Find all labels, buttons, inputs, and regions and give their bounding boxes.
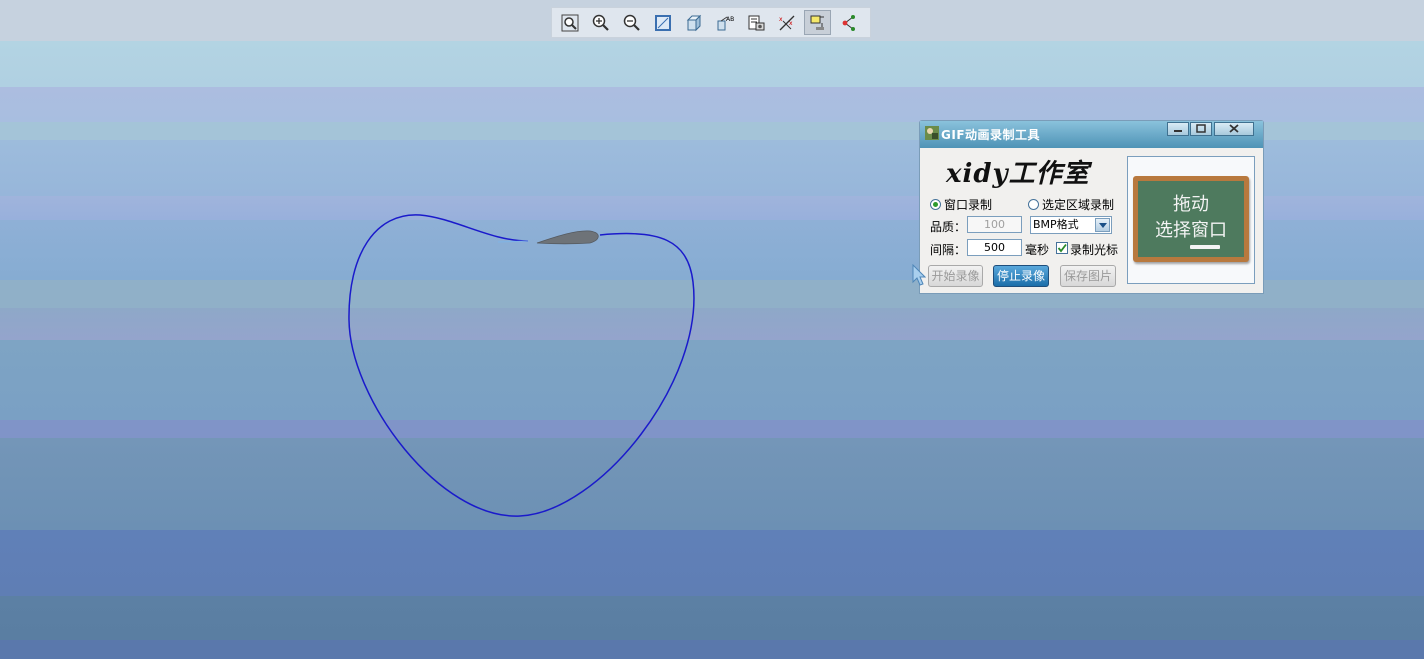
datum-display-icon: xx: [777, 13, 797, 33]
display-style-icon: [684, 13, 704, 33]
annotation-button[interactable]: AB: [711, 10, 738, 35]
region-record-label: 选定区域录制: [1042, 198, 1115, 212]
format-value: BMP格式: [1033, 218, 1079, 231]
view-toolbar: AB xx: [551, 7, 871, 38]
minimize-icon: [1168, 123, 1188, 135]
interval-unit: 毫秒: [1025, 243, 1050, 257]
start-record-button[interactable]: 开始录像: [928, 265, 983, 287]
preview-line-1: 拖动: [1173, 194, 1209, 215]
drag-select-window-target[interactable]: 拖动 选择窗口: [1127, 156, 1255, 284]
window-title: GIF动画录制工具: [941, 128, 1041, 142]
close-icon: [1215, 123, 1253, 135]
format-select[interactable]: BMP格式: [1030, 216, 1112, 234]
svg-text:x: x: [789, 20, 793, 27]
dropdown-arrow-icon[interactable]: [1095, 218, 1110, 232]
radio-indicator: [1028, 199, 1039, 210]
quality-label: 品质：: [930, 220, 967, 234]
minimize-button[interactable]: [1167, 122, 1189, 136]
maximize-button[interactable]: [1190, 122, 1212, 136]
view-area-button[interactable]: [649, 10, 676, 35]
saved-views-button[interactable]: [742, 10, 769, 35]
saved-views-icon: [746, 13, 766, 33]
gif-recorder-window[interactable]: GIF动画录制工具 xidy工作室 窗口录制 选定区域录制 品质： 100 BM…: [919, 120, 1264, 294]
model-viewport[interactable]: [0, 0, 1424, 659]
mouse-cursor-icon: [912, 264, 926, 286]
zoom-out-icon: [622, 13, 642, 33]
display-style-button[interactable]: [680, 10, 707, 35]
save-image-button[interactable]: 保存图片: [1060, 265, 1116, 287]
preview-line-2: 选择窗口: [1155, 220, 1227, 241]
annotation-icon: AB: [715, 13, 735, 33]
stop-record-button[interactable]: 停止录像: [993, 265, 1049, 287]
window-record-radio[interactable]: 窗口录制: [930, 196, 992, 213]
view-area-icon: [653, 13, 673, 33]
window-record-label: 窗口录制: [944, 198, 993, 212]
zoom-out-button[interactable]: [618, 10, 645, 35]
record-cursor-checkbox[interactable]: [1056, 242, 1068, 254]
sweep-tool-shape: [536, 230, 599, 245]
sketch-curve: [348, 214, 695, 517]
checkmark-icon: [1057, 243, 1067, 253]
quality-input[interactable]: 100: [967, 216, 1022, 233]
layer-icon: [808, 13, 828, 33]
radio-indicator: [930, 199, 941, 210]
spin-center-button[interactable]: [835, 10, 862, 35]
chalkboard-image: 拖动 选择窗口: [1133, 176, 1249, 262]
zoom-in-icon: [591, 13, 611, 33]
layer-button[interactable]: [804, 10, 831, 35]
zoom-fit-icon: [560, 13, 580, 33]
record-cursor-label: 录制光标: [1070, 243, 1119, 257]
chalk-icon: [1190, 245, 1220, 249]
zoom-in-button[interactable]: [587, 10, 614, 35]
close-button[interactable]: [1214, 122, 1254, 136]
app-icon: [924, 125, 940, 141]
titlebar[interactable]: GIF动画录制工具: [920, 121, 1263, 148]
svg-text:x: x: [779, 16, 783, 23]
svg-text:AB: AB: [726, 16, 734, 23]
interval-label: 间隔：: [930, 243, 967, 257]
region-record-radio[interactable]: 选定区域录制: [1028, 196, 1114, 213]
maximize-icon: [1191, 123, 1211, 135]
cursor-trail: [497, 240, 529, 243]
brand-logo: xidy工作室: [946, 159, 1090, 189]
spin-center-icon: [839, 13, 859, 33]
interval-input[interactable]: 500: [967, 239, 1022, 256]
datum-display-button[interactable]: xx: [773, 10, 800, 35]
zoom-fit-button[interactable]: [556, 10, 583, 35]
